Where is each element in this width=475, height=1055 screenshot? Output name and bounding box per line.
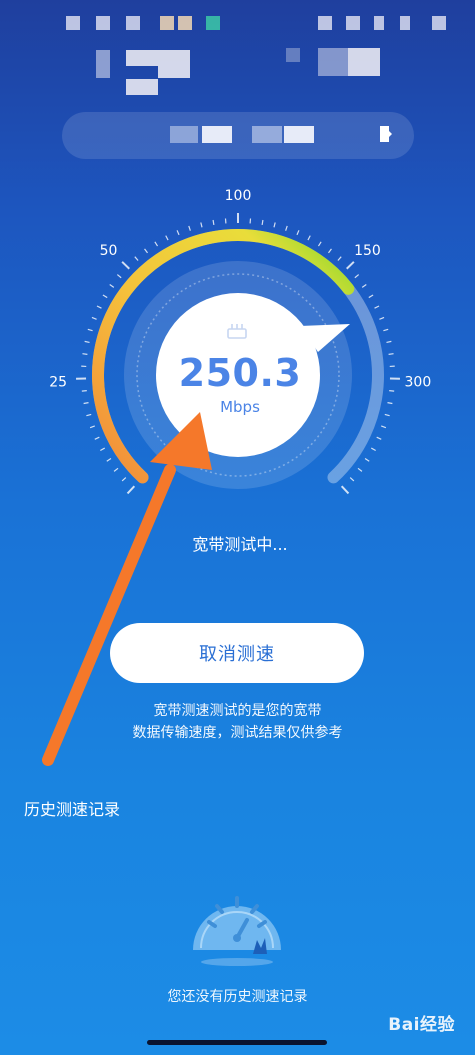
gauge-label: 100 [225,188,252,204]
gauge-tick [121,477,127,482]
router-icon [227,324,247,339]
gauge-tick [380,425,387,429]
status-bar-blur [206,16,220,30]
gauge-tick [383,328,389,332]
status-bar-blur [126,16,140,30]
speed-unit: Mbps [220,398,260,416]
gauge-tick [389,390,395,392]
gauge-tick [116,274,122,279]
gauge-label: 300 [405,374,432,390]
title-blur [286,48,300,62]
gauge-tick [337,256,342,261]
gauge-tick [212,219,215,226]
gauge-tick [388,353,394,355]
empty-history-text: 您还没有历史测速记录 [167,989,308,1005]
gauge-tick [317,241,322,247]
status-bar-blur [318,16,332,30]
speed-value: 250.3 [178,351,302,395]
gauge-tick [94,436,100,440]
status-bar-blur [66,16,80,30]
home-indicator[interactable] [147,1040,327,1045]
gauge-tick [387,402,393,405]
status-bar-blur [178,16,192,30]
gauge-tick [89,425,96,429]
url-blur [252,126,282,143]
gauge-tick [86,413,92,417]
gauge-tick [361,284,367,288]
title-blur [96,50,110,78]
url-blur [170,126,198,143]
battery-icon [380,126,392,142]
gauge-tick [285,225,288,231]
gauge-label: 25 [49,374,67,390]
gauge-tick [273,222,276,228]
url-bar[interactable] [62,112,414,159]
gauge-tick [368,294,374,299]
gauge-tick [176,230,180,236]
gauge-tick [374,305,380,309]
gauge-tick [87,328,93,332]
gauge-tick [126,485,136,495]
gauge-tick [357,467,363,472]
gauge-tick [91,316,97,320]
gauge-tick [261,219,264,226]
gauge-tick [113,467,119,472]
description-line-2: 数据传输速度，测试结果仅供参考 [132,725,343,741]
title-blur [126,50,158,66]
gauge-tick [102,294,108,299]
gauge-label: 50 [100,243,118,259]
status-bar-blur [96,16,110,30]
gauge-tick [106,457,112,462]
gauge-tick [100,447,106,452]
status-bar-blur [432,16,446,30]
test-status: 宽带测试中... [192,535,288,554]
annotation-label: 历史测速记录 [24,800,121,819]
title-blur [318,48,348,76]
gauge-tick [82,353,88,355]
watermark: Bai经验 [388,1015,455,1035]
title-blur [348,48,380,76]
gauge-tick [386,340,392,344]
gauge-tick [121,261,130,270]
gauge-tick [84,340,90,344]
gauge-tick [134,256,139,261]
gauge-tick [83,402,89,405]
gauge-tick [154,241,159,247]
cancel-test-button[interactable]: 取消测速 [110,623,364,683]
gauge-tick [340,485,350,495]
status-bar-blur [160,16,174,30]
gauge-tick [370,447,376,452]
gauge-tick [364,457,370,462]
gauge-tick [200,222,203,228]
title-blur [158,50,190,78]
speedometer-illustration-icon [193,896,281,966]
gauge-tick [144,248,148,254]
gauge-label: 150 [354,243,381,259]
description-line-1: 宽带测速测试的是您的宽带 [153,703,322,719]
gauge-tick [384,413,390,417]
gauge-tick [376,436,382,440]
gauge-tick [81,390,87,392]
gauge-tick [349,477,355,482]
gauge-tick [109,284,115,288]
status-bar-blur [400,16,410,30]
url-blur [284,126,314,143]
gauge-tick [307,235,311,241]
url-blur [202,126,232,143]
gauge-tick [296,230,300,236]
gauge-tick [354,274,360,279]
status-bar-blur [374,16,384,30]
status-bar-blur [346,16,360,30]
title-blur [126,79,158,95]
gauge-tick [188,225,191,231]
gauge-tick [328,248,332,254]
gauge-tick [346,261,355,270]
gauge-tick [379,316,385,320]
gauge-tick [165,235,169,241]
gauge-tick [96,305,102,309]
